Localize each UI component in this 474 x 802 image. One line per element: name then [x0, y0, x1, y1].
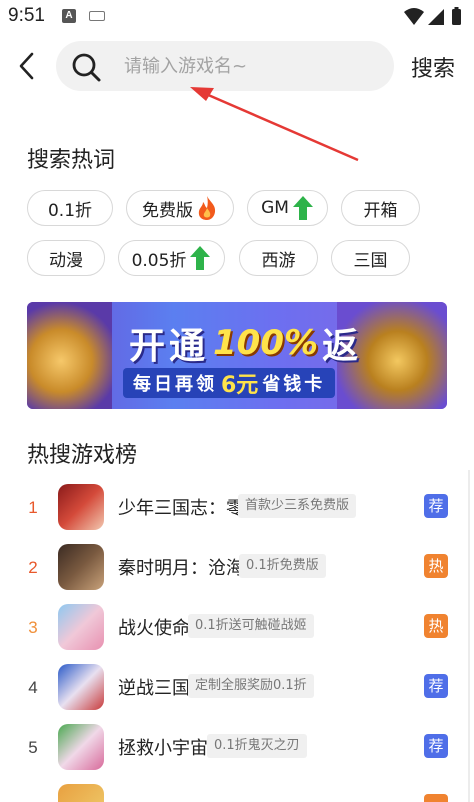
hot-word-chip[interactable]: 开箱 — [341, 190, 420, 226]
banner-headline: 开通 100% 返 — [129, 320, 363, 367]
game-tag: 首款少三系免费版 — [238, 494, 357, 518]
system-status-icons — [404, 7, 461, 25]
treasure-chest-image — [27, 302, 112, 409]
banner-amount: 6元 — [221, 373, 259, 398]
recommend-badge: 荐 — [424, 734, 448, 758]
hot-badge: 热 — [424, 554, 448, 578]
rank-number: 3 — [28, 618, 38, 637]
game-icon — [58, 724, 104, 770]
rank-number: 2 — [28, 558, 38, 577]
hot-word-chip[interactable]: 0.1折 — [27, 190, 113, 226]
game-row[interactable]: 5 拯救小宇宙 0.1折鬼灭之刃 荐 — [0, 720, 474, 780]
game-row-partial[interactable] — [0, 780, 474, 802]
hot-word-chip[interactable]: 0.05折 — [118, 240, 225, 276]
game-name: 秦时明月：沧海 — [118, 558, 244, 579]
banner-text: 每日再领 — [133, 374, 217, 395]
game-name: 逆战三国 — [118, 678, 190, 699]
chip-label: 0.1折 — [47, 200, 93, 221]
rank-number: 5 — [28, 738, 38, 757]
fire-icon — [198, 196, 216, 220]
signal-icon — [428, 9, 444, 25]
chip-label: 0.05折 — [131, 250, 187, 271]
search-input[interactable] — [124, 50, 374, 82]
hot-word-chip[interactable]: GM — [247, 190, 328, 226]
hot-word-chip[interactable]: 动漫 — [27, 240, 105, 276]
game-icon — [58, 784, 104, 802]
rank-number: 4 — [28, 678, 38, 697]
game-name: 战火使命 — [118, 618, 190, 639]
game-name: 拯救小宇宙 — [118, 738, 208, 759]
chip-label: 三国 — [353, 250, 388, 271]
game-icon — [58, 604, 104, 650]
recommend-badge: 荐 — [424, 674, 448, 698]
wifi-icon — [404, 8, 424, 25]
keyboard-icon — [89, 11, 105, 21]
game-row[interactable]: 2 秦时明月：沧海 0.1折免费版 热 — [0, 540, 474, 600]
battery-icon — [452, 9, 461, 25]
game-row[interactable]: 4 逆战三国 定制全服奖励0.1折 荐 — [0, 660, 474, 720]
search-button[interactable]: 搜索 — [411, 51, 455, 83]
chip-label: 免费版 — [142, 200, 193, 221]
hot-word-chip[interactable]: 三国 — [331, 240, 410, 276]
search-icon — [72, 53, 101, 82]
status-time: 9:51 — [8, 5, 45, 26]
banner-subline: 每日再领 6元 省钱卡 — [123, 368, 336, 398]
chevron-left-icon — [19, 52, 34, 80]
game-tag: 0.1折送可触碰战姬 — [188, 614, 314, 638]
back-button[interactable] — [12, 48, 44, 84]
game-name: 少年三国志：零 — [118, 498, 244, 519]
hot-badge — [424, 794, 448, 802]
search-header: 搜索 — [0, 34, 474, 98]
arrow-up-icon — [292, 196, 313, 220]
chip-label: GM — [261, 198, 289, 218]
game-row[interactable]: 3 战火使命 0.1折送可触碰战姬 热 — [0, 600, 474, 660]
hot-word-chip[interactable]: 西游 — [239, 240, 318, 276]
game-icon — [58, 484, 104, 530]
game-icon — [58, 544, 104, 590]
banner-percent: 100% — [213, 323, 319, 363]
hot-words-title: 搜索热词 — [27, 148, 116, 173]
game-tag: 0.1折免费版 — [239, 554, 326, 578]
game-icon — [58, 664, 104, 710]
rank-number: 1 — [28, 498, 38, 517]
game-tag: 0.1折鬼灭之刃 — [207, 734, 307, 758]
game-row[interactable]: 1 少年三国志：零 首款少三系免费版 荐 — [0, 480, 474, 540]
banner-text: 开通 — [129, 326, 210, 367]
hot-word-chip[interactable]: 免费版 — [126, 190, 234, 226]
recommend-badge: 荐 — [424, 494, 448, 518]
game-tag: 定制全服奖励0.1折 — [188, 674, 314, 698]
a-icon: A — [62, 9, 76, 23]
banner-text: 省钱卡 — [262, 374, 326, 395]
banner-text: 返 — [322, 326, 363, 367]
chip-label: 开箱 — [363, 200, 398, 221]
arrow-up-icon — [190, 246, 211, 270]
hot-badge: 热 — [424, 614, 448, 638]
search-box[interactable] — [56, 41, 394, 91]
chip-label: 西游 — [261, 250, 296, 271]
scrollbar[interactable] — [468, 470, 470, 802]
hot-games-title: 热搜游戏榜 — [27, 443, 138, 468]
promo-banner[interactable]: 开通 100% 返 每日再领 6元 省钱卡 — [27, 302, 447, 409]
status-bar: 9:51 A — [0, 0, 474, 34]
chip-label: 动漫 — [49, 250, 83, 271]
